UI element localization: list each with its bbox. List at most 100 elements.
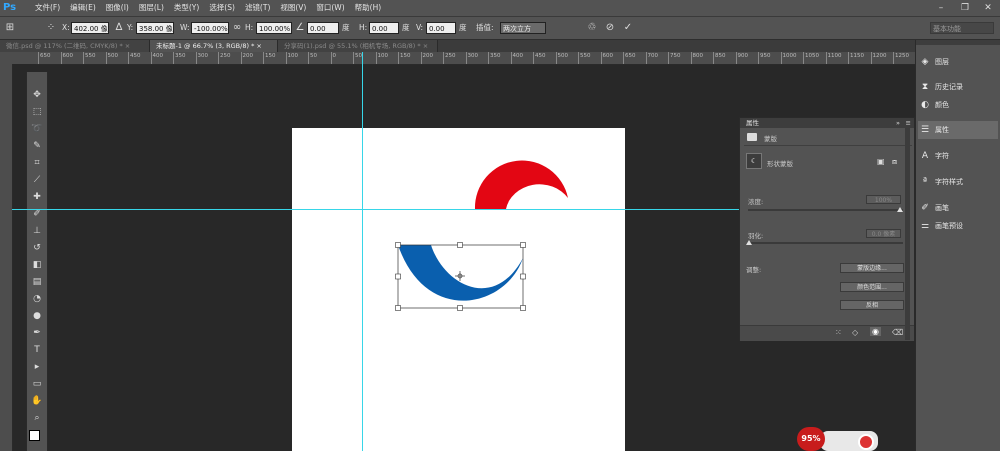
zoom-tool-icon[interactable]: ⌕ [29,411,45,425]
healing-brush-tool-icon[interactable]: ✚ [29,190,45,204]
blur-tool-icon[interactable]: ◔ [29,292,45,306]
tab-weixin[interactable]: 微信.psd @ 117% (二维码, CMYK/8) * × [0,40,150,52]
ruler-tick [105,52,107,64]
relative-position-icon[interactable]: ∆ [112,21,126,35]
vertical-guide[interactable] [362,52,363,451]
angle-field[interactable]: 0.00 [307,22,339,34]
dock-item-brush[interactable]: ✐ 画笔 [918,199,998,217]
close-window-button[interactable]: ✕ [977,0,999,16]
marquee-tool-icon[interactable]: ⬚ [29,105,45,119]
transform-tool-icon[interactable]: ⊞ [3,21,17,35]
foreground-color-swatch[interactable] [29,430,40,441]
menu-view[interactable]: 视图(V) [275,0,311,16]
crop-tool-icon[interactable]: ⌗ [29,156,45,170]
menu-layer[interactable]: 图层(L) [134,0,169,16]
color-range-button[interactable]: 颜色范围... [840,282,904,292]
dock-item-brush-preset[interactable]: ⚌ 画笔预设 [918,217,998,235]
mask-edge-button[interactable]: 蒙版边缘... [840,263,904,273]
add-pixel-mask-icon[interactable]: ▣ [877,157,887,166]
eraser-tool-icon[interactable]: ◧ [29,258,45,272]
shape-tool-icon[interactable]: ▭ [29,377,45,391]
type-tool-icon[interactable]: T [29,343,45,357]
dock-item-properties[interactable]: ☰ 属性 [918,121,998,139]
interpolation-select[interactable]: 两次立方 [500,22,546,34]
ruler-tick-label: 1150 [850,53,864,59]
menu-type[interactable]: 类型(Y) [169,0,204,16]
commit-transform-icon[interactable]: ✓ [621,21,635,35]
feather-field[interactable]: 0.0 像素 [866,229,901,238]
lasso-tool-icon[interactable]: ➰ [29,122,45,136]
gradient-tool-icon[interactable]: ▤ [29,275,45,289]
stamp-tool-icon[interactable]: ⊥ [29,224,45,238]
move-tool-icon[interactable]: ✥ [29,88,45,102]
density-slider-handle[interactable] [897,207,903,212]
ruler-tick [825,52,827,64]
tab-close-icon[interactable]: × [125,42,130,50]
ruler-tick-label: 900 [737,53,749,59]
cancel-transform-icon[interactable]: ⊘ [603,21,617,35]
color-icon: ◐ [921,100,929,110]
dodge-tool-icon[interactable]: ● [29,309,45,323]
feather-slider[interactable] [748,242,903,244]
add-vector-mask-icon[interactable]: ⧈ [892,157,902,166]
y-field[interactable]: 358.00 像 [136,22,174,34]
shape-mask-thumbnail-icon[interactable]: ☾ [746,153,762,169]
ruler-tick-label: 1000 [782,53,797,59]
w-field[interactable]: -100.00% [191,22,229,34]
toggle-mask-icon[interactable]: ◉ [870,327,881,336]
pen-tool-icon[interactable]: ✒ [29,326,45,340]
dock-item-layers[interactable]: ◈ 图层 [918,53,998,71]
menu-file[interactable]: 文件(F) [30,0,65,16]
maximize-button[interactable]: ❐ [954,0,976,16]
ruler-tick [488,52,489,64]
density-slider[interactable] [748,209,903,211]
link-icon[interactable]: ∞ [230,21,244,35]
x-field[interactable]: 402.00 像 [71,22,109,34]
menu-image[interactable]: 图像(I) [101,0,134,16]
eyedropper-tool-icon[interactable]: ⟋ [29,173,45,187]
load-selection-icon[interactable]: ⁙ [835,328,842,337]
ruler-tick [83,52,84,64]
dock-item-history[interactable]: ⧗ 历史记录 [918,78,998,96]
speed-badge[interactable]: 95% [797,427,825,451]
panel-scrollbar[interactable] [905,128,910,340]
panel-menu-icon[interactable]: ≡ [906,118,911,128]
ruler-tick [555,52,557,64]
collapse-panel-icon[interactable]: » [896,118,900,128]
feather-label: 羽化: [748,232,764,240]
red-crescent-shape [474,160,568,209]
density-field[interactable]: 100% [866,195,901,204]
tab-close-icon[interactable]: × [423,42,428,50]
ruler-tick [780,52,782,64]
warp-icon[interactable]: ♲ [585,21,599,35]
menu-select[interactable]: 选择(S) [204,0,240,16]
feather-slider-handle[interactable] [746,240,752,245]
ruler-tick-label: 200 [422,53,434,59]
workspace-select[interactable]: 基本功能 [930,22,994,34]
menu-filter[interactable]: 滤镜(T) [240,0,275,16]
reference-point-icon[interactable]: ⁘ [44,21,58,35]
invert-button[interactable]: 反相 [840,300,904,310]
menu-window[interactable]: 窗口(W) [311,0,349,16]
minimize-button[interactable]: – [930,0,952,16]
tab-share-code[interactable]: 分享码(1).psd @ 55.1% (相机专场, RGB/8) * × [278,40,438,52]
hand-tool-icon[interactable]: ✋ [29,394,45,408]
apply-mask-icon[interactable]: ◇ [852,328,858,337]
menu-edit[interactable]: 编辑(E) [65,0,101,16]
menu-help[interactable]: 帮助(H) [350,0,387,16]
dock-item-color[interactable]: ◐ 颜色 [918,96,998,114]
quick-select-tool-icon[interactable]: ✎ [29,139,45,153]
h-field[interactable]: 100.00% [256,22,292,34]
history-brush-tool-icon[interactable]: ↺ [29,241,45,255]
tab-untitled[interactable]: 未标题-1 @ 66.7% (3, RGB/8) * × [150,40,278,52]
vskew-field[interactable]: 0.00 [426,22,456,34]
vskew-unit: 度 [459,23,467,32]
hskew-field[interactable]: 0.00 [369,22,399,34]
ruler-tick [465,52,467,64]
delete-mask-icon[interactable]: ⌫ [892,328,903,337]
dock-item-character[interactable]: A 字符 [918,147,998,165]
dock-item-character-style[interactable]: ª 字符样式 [918,173,998,191]
path-select-tool-icon[interactable]: ▸ [29,360,45,374]
ruler-tick [600,52,602,64]
tab-close-icon[interactable]: × [256,42,261,50]
